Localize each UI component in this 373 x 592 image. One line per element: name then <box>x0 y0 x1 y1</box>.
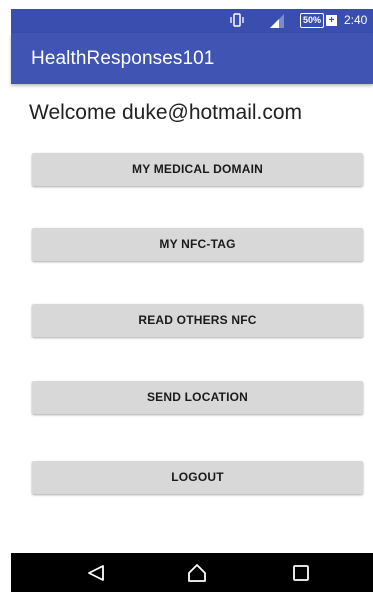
back-icon[interactable] <box>86 563 106 583</box>
status-time: 2:40 <box>344 13 368 27</box>
home-icon[interactable] <box>187 563 207 583</box>
app-title: HealthResponses101 <box>31 48 215 69</box>
charging-icon: + <box>326 15 338 26</box>
vibrate-icon <box>230 13 244 27</box>
battery-level: 50% <box>300 13 325 28</box>
send-location-button[interactable]: SEND LOCATION <box>32 381 363 414</box>
welcome-text: Welcome duke@hotmail.com <box>29 101 303 124</box>
app-bar: HealthResponses101 <box>11 33 373 84</box>
my-medical-domain-button[interactable]: MY MEDICAL DOMAIN <box>32 153 363 186</box>
my-nfc-tag-button[interactable]: MY NFC-TAG <box>32 228 363 261</box>
read-others-nfc-button[interactable]: READ OTHERS NFC <box>32 304 363 337</box>
status-bar: 50% + 2:40 <box>11 9 373 33</box>
recents-icon[interactable] <box>291 563 311 583</box>
signal-icon <box>270 14 284 28</box>
navigation-bar <box>11 553 373 592</box>
battery-icon: 50% + <box>300 13 338 28</box>
logout-button[interactable]: LOGOUT <box>32 461 363 494</box>
